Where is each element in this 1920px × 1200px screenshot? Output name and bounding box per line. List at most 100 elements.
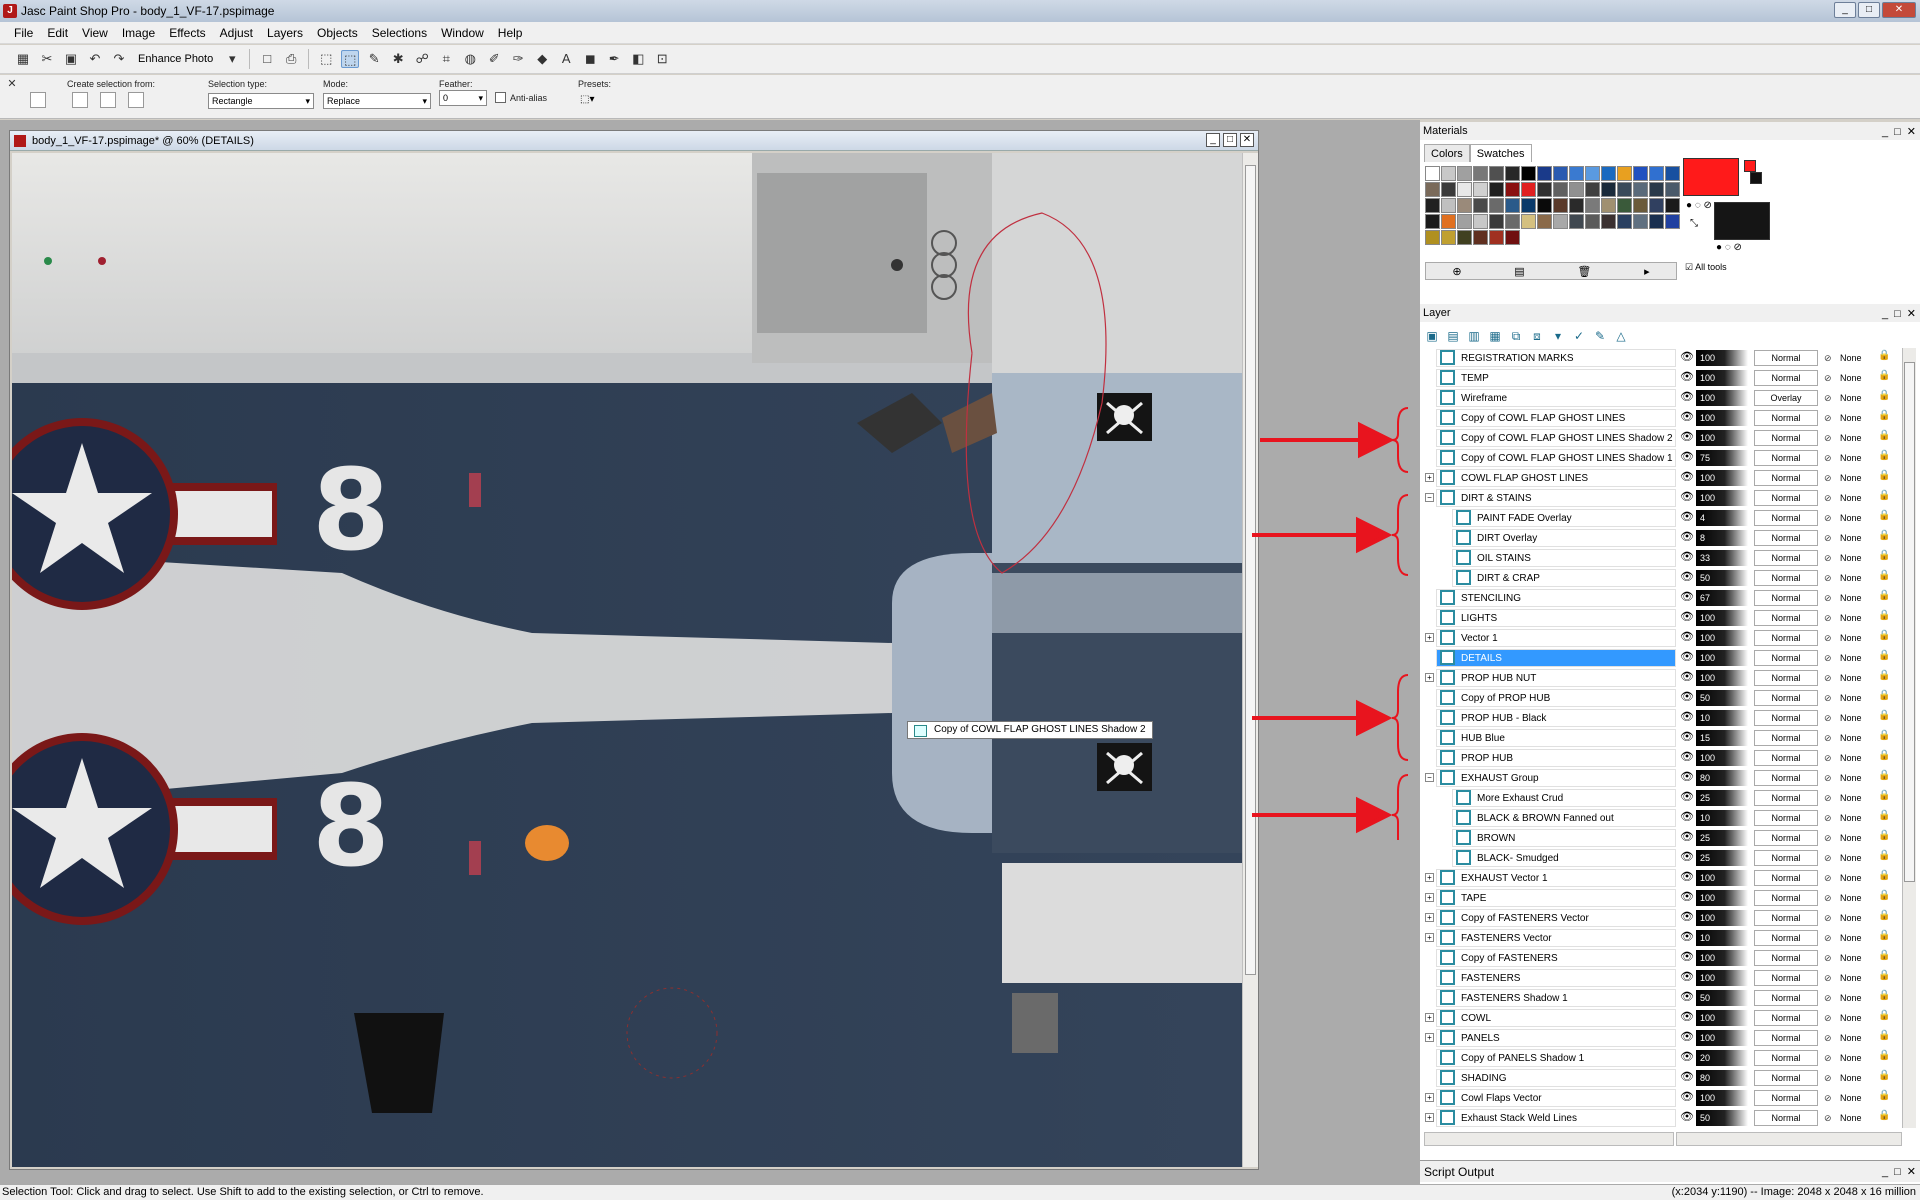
- mask-link[interactable]: None: [1822, 710, 1862, 726]
- opacity-slider[interactable]: 25: [1696, 830, 1748, 846]
- swatch-color[interactable]: [1489, 182, 1504, 197]
- lock-icon[interactable]: 🔒: [1878, 850, 1890, 861]
- swatch-color[interactable]: [1457, 198, 1472, 213]
- brush-icon[interactable]: ✐: [485, 50, 503, 68]
- lock-icon[interactable]: 🔒: [1878, 650, 1890, 661]
- opacity-slider[interactable]: 33: [1696, 550, 1748, 566]
- lock-icon[interactable]: 🔒: [1878, 530, 1890, 541]
- swatch-edit-icon[interactable]: ▤: [1514, 265, 1524, 278]
- layer-name[interactable]: FASTENERS Vector: [1436, 929, 1676, 947]
- swatch-color[interactable]: [1457, 182, 1472, 197]
- opacity-slider[interactable]: 100: [1696, 350, 1748, 366]
- layer-row[interactable]: +Vector 1 👁100 NormalNone 🔒: [1424, 628, 1914, 648]
- layer-icon[interactable]: ◧: [629, 50, 647, 68]
- doc-maximize-button[interactable]: □: [1223, 133, 1237, 147]
- mask-link[interactable]: None: [1822, 1010, 1862, 1026]
- visibility-eye-icon[interactable]: 👁: [1680, 831, 1694, 844]
- presets-dropdown-icon[interactable]: ⬚▾: [580, 94, 594, 105]
- visibility-eye-icon[interactable]: 👁: [1680, 871, 1694, 884]
- blend-mode-dropdown[interactable]: Normal: [1754, 770, 1818, 786]
- layer-name[interactable]: SHADING: [1436, 1069, 1676, 1087]
- enhance-photo-button[interactable]: Enhance Photo: [138, 53, 213, 65]
- opacity-slider[interactable]: 50: [1696, 990, 1748, 1006]
- expand-toggle-icon[interactable]: +: [1425, 673, 1434, 682]
- swap-colors-icon[interactable]: ⤡: [1690, 218, 1698, 229]
- lock-icon[interactable]: 🔒: [1878, 630, 1890, 641]
- layer-name[interactable]: Copy of PROP HUB: [1436, 689, 1676, 707]
- background-color-swatch[interactable]: [1714, 202, 1770, 240]
- layer-name[interactable]: BLACK- Smudged: [1452, 849, 1676, 867]
- opacity-slider[interactable]: 100: [1696, 490, 1748, 506]
- lock-icon[interactable]: 🔒: [1878, 1030, 1890, 1041]
- visibility-eye-icon[interactable]: 👁: [1680, 911, 1694, 924]
- layer-name[interactable]: Vector 1: [1436, 629, 1676, 647]
- visibility-eye-icon[interactable]: 👁: [1680, 491, 1694, 504]
- visibility-eye-icon[interactable]: 👁: [1680, 591, 1694, 604]
- visibility-eye-icon[interactable]: 👁: [1680, 1051, 1694, 1064]
- opacity-slider[interactable]: 100: [1696, 910, 1748, 926]
- expand-toggle-icon[interactable]: +: [1425, 473, 1434, 482]
- blend-mode-dropdown[interactable]: Normal: [1754, 750, 1818, 766]
- blend-mode-dropdown[interactable]: Normal: [1754, 790, 1818, 806]
- lock-icon[interactable]: 🔒: [1878, 690, 1890, 701]
- new-icon[interactable]: □: [258, 50, 276, 68]
- layer-name[interactable]: EXHAUST Vector 1: [1436, 869, 1676, 887]
- swatch-color[interactable]: [1441, 214, 1456, 229]
- visibility-eye-icon[interactable]: 👁: [1680, 551, 1694, 564]
- opacity-slider[interactable]: 25: [1696, 850, 1748, 866]
- swatch-color[interactable]: [1633, 214, 1648, 229]
- opacity-slider[interactable]: 10: [1696, 930, 1748, 946]
- swatch-color[interactable]: [1553, 214, 1568, 229]
- swatch-color[interactable]: [1617, 198, 1632, 213]
- layer-name[interactable]: Exhaust Stack Weld Lines: [1436, 1109, 1676, 1127]
- mask-link[interactable]: None: [1822, 790, 1862, 806]
- expand-toggle-icon[interactable]: −: [1425, 493, 1434, 502]
- visibility-eye-icon[interactable]: 👁: [1680, 611, 1694, 624]
- layer-row[interactable]: Copy of COWL FLAP GHOST LINES Shadow 1 👁 7…: [1424, 448, 1914, 468]
- layer-row[interactable]: DIRT & CRAP 👁50 NormalNone 🔒: [1424, 568, 1914, 588]
- menu-effects[interactable]: Effects: [169, 26, 205, 40]
- opacity-slider[interactable]: 100: [1696, 630, 1748, 646]
- mask-link[interactable]: None: [1822, 410, 1862, 426]
- blend-mode-dropdown[interactable]: Normal: [1754, 350, 1818, 366]
- swatch-color[interactable]: [1537, 182, 1552, 197]
- swatch-add-icon[interactable]: ⊕: [1452, 265, 1461, 278]
- swatch-color[interactable]: [1473, 182, 1488, 197]
- visibility-eye-icon[interactable]: 👁: [1680, 631, 1694, 644]
- lock-icon[interactable]: 🔒: [1878, 870, 1890, 881]
- swatch-color[interactable]: [1441, 230, 1456, 245]
- undo-icon[interactable]: ↶: [86, 50, 104, 68]
- lock-icon[interactable]: 🔒: [1878, 1110, 1890, 1121]
- swatch-color[interactable]: [1665, 182, 1680, 197]
- blend-mode-dropdown[interactable]: Normal: [1754, 1050, 1818, 1066]
- mask-link[interactable]: None: [1822, 1070, 1862, 1086]
- blend-mode-dropdown[interactable]: Normal: [1754, 1010, 1818, 1026]
- menu-help[interactable]: Help: [498, 26, 523, 40]
- swatch-color[interactable]: [1425, 230, 1440, 245]
- menu-edit[interactable]: Edit: [47, 26, 68, 40]
- layer-name[interactable]: COWL: [1436, 1009, 1676, 1027]
- background-small-swatch[interactable]: [1750, 172, 1762, 184]
- visibility-eye-icon[interactable]: 👁: [1680, 1091, 1694, 1104]
- blend-mode-dropdown[interactable]: Normal: [1754, 970, 1818, 986]
- menu-file[interactable]: File: [14, 26, 33, 40]
- swatch-color[interactable]: [1585, 214, 1600, 229]
- visibility-eye-icon[interactable]: 👁: [1680, 371, 1694, 384]
- selection-from-image-icon[interactable]: [128, 92, 144, 108]
- clone-icon[interactable]: ✱: [389, 50, 407, 68]
- doc-minimize-button[interactable]: _: [1206, 133, 1220, 147]
- swatch-color[interactable]: [1665, 166, 1680, 181]
- expand-toggle-icon[interactable]: +: [1425, 1113, 1434, 1122]
- swatch-color[interactable]: [1473, 214, 1488, 229]
- blend-mode-dropdown[interactable]: Normal: [1754, 990, 1818, 1006]
- blend-mode-dropdown[interactable]: Normal: [1754, 470, 1818, 486]
- minimize-button[interactable]: _: [1834, 2, 1856, 18]
- swatch-color[interactable]: [1633, 198, 1648, 213]
- layer-name[interactable]: Copy of PANELS Shadow 1: [1436, 1049, 1676, 1067]
- layer-name[interactable]: PANELS: [1436, 1029, 1676, 1047]
- swatch-color[interactable]: [1601, 214, 1616, 229]
- visibility-eye-icon[interactable]: 👁: [1680, 531, 1694, 544]
- lock-icon[interactable]: 🔒: [1878, 1050, 1890, 1061]
- layer-name[interactable]: PROP HUB NUT: [1436, 669, 1676, 687]
- layer-name[interactable]: LIGHTS: [1436, 609, 1676, 627]
